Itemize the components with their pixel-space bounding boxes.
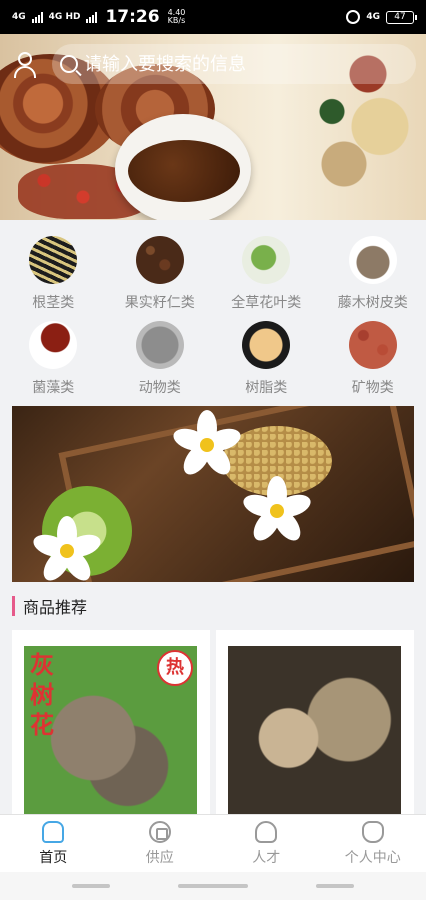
category-root[interactable]: 根茎类 [0,230,107,315]
network-label-right: 4G [366,11,380,22]
battery-icon: 47 [386,10,417,24]
status-bar: 4G 4G HD 17:26 4.40 KB/s 4G 47 [0,0,426,34]
status-right: 4G 47 [346,10,417,24]
category-vine-bark[interactable]: 藤木树皮类 [320,230,426,315]
category-fruit-seed[interactable]: 果实籽仁类 [107,230,214,315]
signal-icon-2 [86,11,98,23]
clock: 17:26 [105,7,160,27]
alarm-icon [346,10,361,24]
category-label: 矿物类 [351,380,394,396]
tab-label: 个人中心 [344,849,401,866]
nav-back-button[interactable] [316,884,354,888]
product-image [228,646,401,830]
supply-icon [148,820,171,843]
search-bar[interactable] [52,44,416,84]
product-card[interactable] [216,630,414,830]
tab-label: 供应 [145,849,174,866]
network-speed: 4.40 KB/s [168,9,186,25]
tab-profile[interactable]: 个人中心 [320,815,426,872]
tab-supply[interactable]: 供应 [107,815,214,872]
nav-recents-button[interactable] [72,884,110,888]
tab-home[interactable]: 首页 [0,815,107,872]
network-label-1: 4G [12,11,26,22]
flower-icon [170,410,244,480]
profile-icon [361,820,384,843]
category-resin[interactable]: 树脂类 [213,315,320,400]
system-nav-bar [0,872,426,900]
flower-icon [30,516,104,582]
category-fruit-seed-image [135,236,184,284]
product-card[interactable]: 灰树花 热 [12,630,210,830]
bottom-tabbar: 首页 供应 人才 个人中心 [0,814,426,872]
category-whole-herb[interactable]: 全草花叶类 [213,230,320,315]
category-resin-image [242,321,291,369]
category-label: 果实籽仁类 [124,295,195,311]
flower-icon [240,476,314,546]
category-whole-herb-image [242,236,291,284]
category-label: 菌藻类 [32,380,75,396]
user-icon[interactable] [14,52,36,78]
section-accent-bar [12,596,15,616]
category-fungi-algae-image [29,321,78,369]
signal-icon [31,11,43,23]
tab-label: 人才 [252,849,281,866]
search-input[interactable] [84,53,384,75]
talent-icon [255,820,278,843]
hot-badge: 热 [157,650,193,686]
category-root-image [29,236,78,284]
network-label-2: 4G HD [48,11,81,22]
category-animal-image [135,321,184,369]
promo-banner[interactable] [12,406,414,582]
category-grid: 根茎类 果实籽仁类 全草花叶类 藤木树皮类 菌藻类 动物类 树脂类 矿物类 [0,230,426,400]
product-overlay-text: 灰树花 [30,651,54,739]
tab-talent[interactable]: 人才 [213,815,320,872]
category-animal[interactable]: 动物类 [107,315,214,400]
status-left: 4G 4G HD 17:26 4.40 KB/s [12,7,185,27]
category-label: 全草花叶类 [231,295,302,311]
home-icon [42,820,65,843]
hero-soup-image [128,140,240,202]
category-vine-bark-image [348,236,397,284]
category-label: 根茎类 [32,295,75,311]
section-header: 商品推荐 [12,596,88,617]
speed-unit: KB/s [167,16,186,25]
tab-label: 首页 [39,849,68,866]
search-icon[interactable] [60,55,78,73]
category-mineral[interactable]: 矿物类 [320,315,426,400]
section-title: 商品推荐 [23,598,88,617]
category-label: 动物类 [138,380,181,396]
category-fungi-algae[interactable]: 菌藻类 [0,315,107,400]
category-label: 藤木树皮类 [337,295,408,311]
product-image: 灰树花 热 [24,646,197,830]
category-mineral-image [348,321,397,369]
nav-home-button[interactable] [178,884,248,888]
category-label: 树脂类 [245,380,288,396]
